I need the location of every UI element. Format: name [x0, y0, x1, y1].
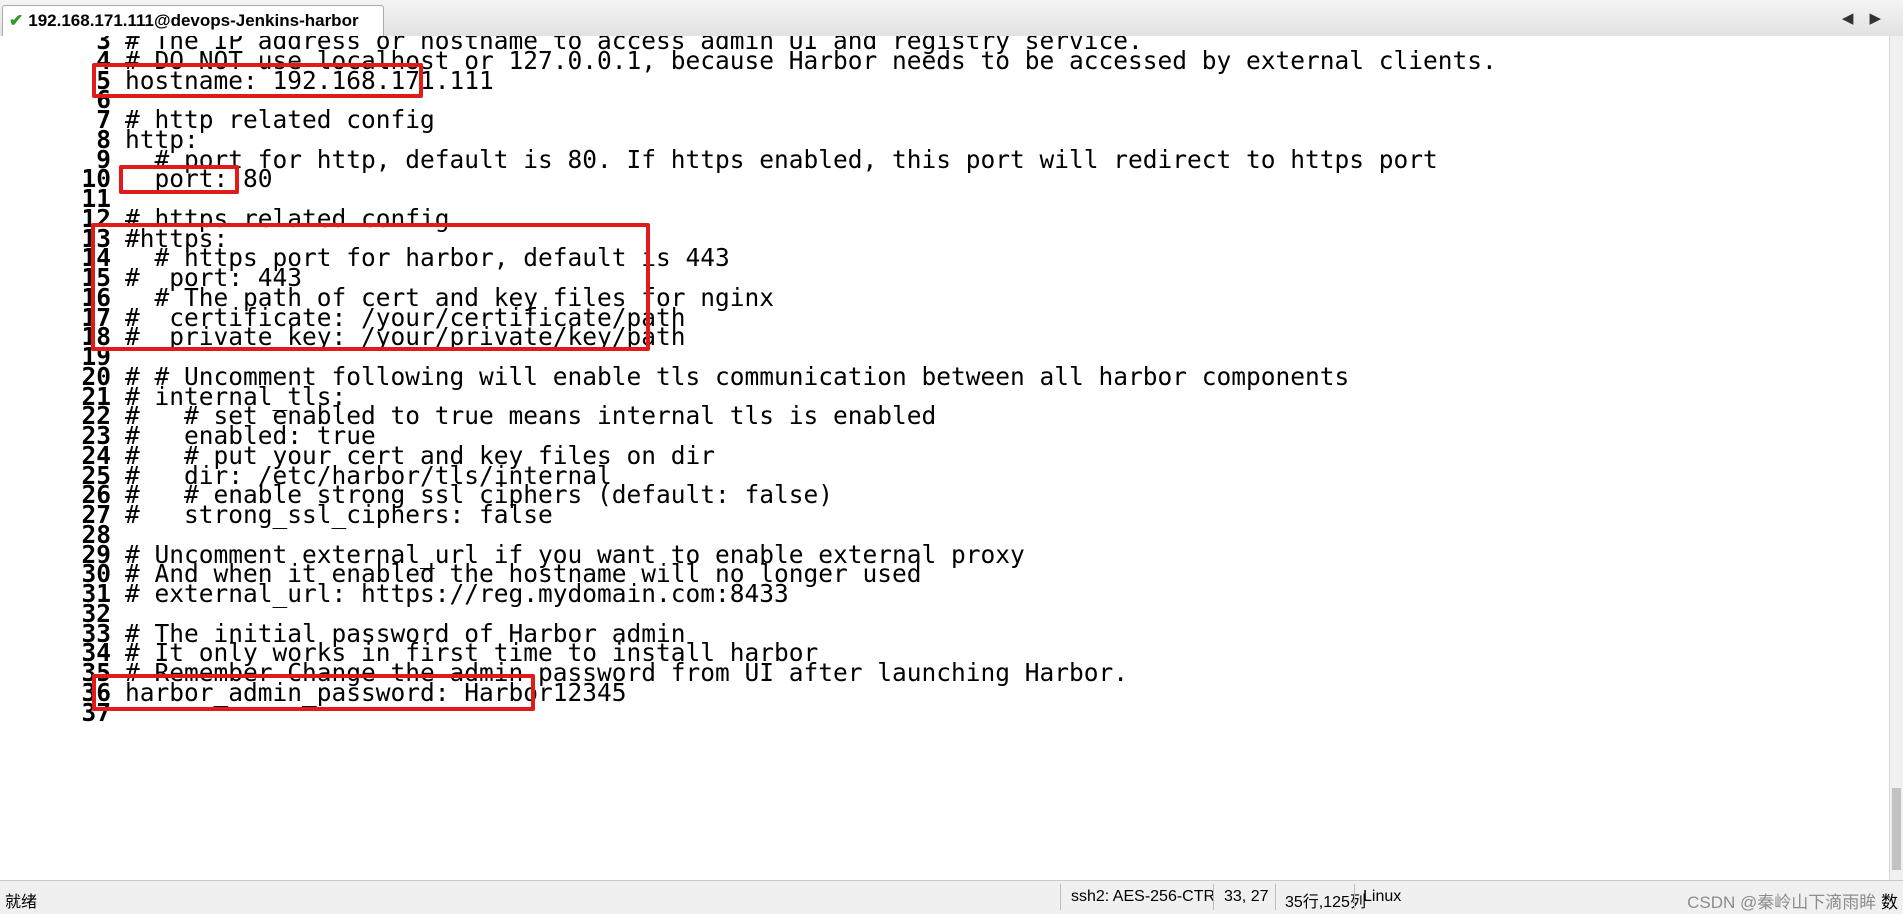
terminal-area[interactable]: 3 # The IP address or hostname to access …: [0, 36, 1890, 880]
line-text: # strong_ssl_ciphers: false: [125, 500, 553, 529]
vertical-scrollbar[interactable]: [1889, 36, 1903, 880]
terminal-line: 37: [0, 697, 125, 727]
line-text: port: 80: [125, 164, 273, 194]
status-divider: [1213, 884, 1214, 910]
status-cipher: ssh2: AES-256-CTR: [1071, 888, 1216, 905]
scrollbar-thumb[interactable]: [1892, 788, 1901, 870]
line-text: # private_key: /your/private/key/path: [125, 322, 686, 352]
status-divider: [1060, 884, 1061, 910]
watermark-text: CSDN @秦岭山下滴雨眸: [1687, 893, 1877, 912]
status-divider: [1275, 884, 1276, 910]
tab-nav: ◀▶: [1842, 9, 1897, 27]
status-os: Linux: [1363, 888, 1402, 905]
status-num: 数: [1881, 893, 1898, 912]
line-text: # port for http, default is 80. If https…: [125, 144, 1438, 174]
line-number: 37: [81, 697, 111, 727]
line-text: harbor_admin_password: Harbor12345: [125, 677, 627, 707]
status-cursor: 33, 27: [1224, 888, 1269, 905]
line-text: # external_url: https://reg.mydomain.com…: [125, 579, 789, 608]
tab-scroll-right-icon[interactable]: ▶: [1869, 10, 1897, 27]
session-tab-title: 192.168.171.111@devops-Jenkins-harbor: [28, 11, 359, 30]
status-divider: [1354, 884, 1355, 910]
status-ready: 就绪: [5, 894, 38, 911]
connected-check-icon: ✔: [9, 11, 24, 30]
session-tab[interactable]: ✔ 192.168.171.111@devops-Jenkins-harbor: [2, 5, 384, 36]
tab-bar: ✔ 192.168.171.111@devops-Jenkins-harbor …: [0, 0, 1903, 37]
status-bar: 就绪 ssh2: AES-256-CTR 33, 27 35行,125列 Lin…: [0, 880, 1903, 914]
tab-scroll-left-icon[interactable]: ◀: [1842, 10, 1870, 27]
csdn-watermark: CSDN @秦岭山下滴雨眸 数: [1687, 888, 1898, 913]
line-text: hostname: 192.168.171.111: [125, 65, 494, 95]
